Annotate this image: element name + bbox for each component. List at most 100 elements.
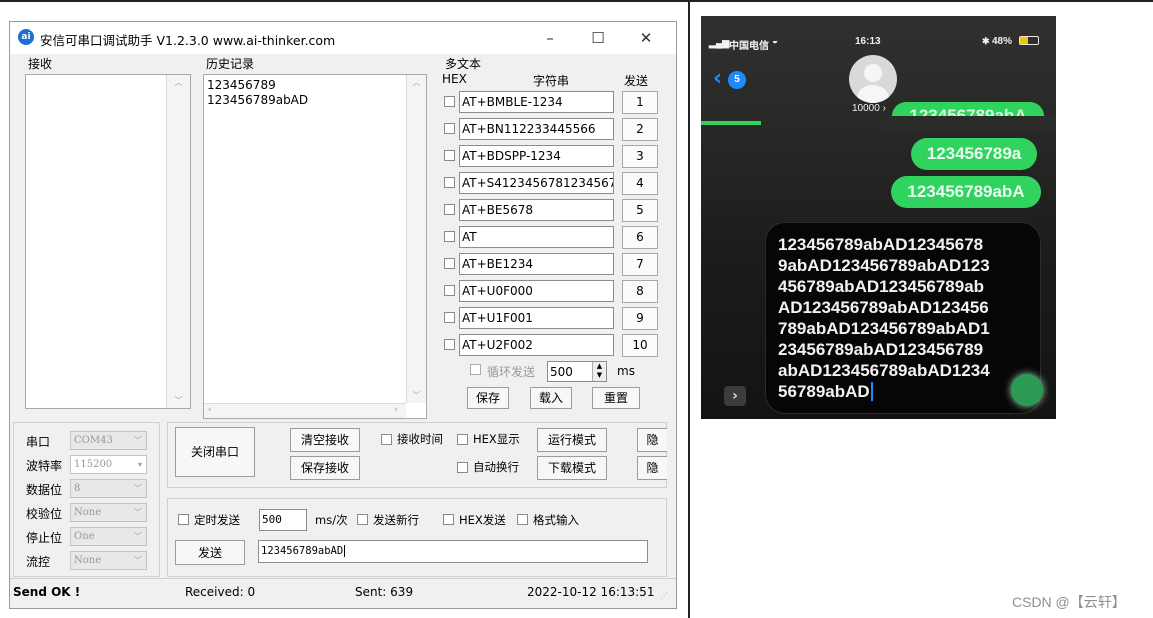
multitext-send-button[interactable]: 4 [622,172,658,195]
flow-select[interactable]: None ﹀ [70,551,147,570]
string-column-header: 字符串 [533,74,570,88]
receive-textarea[interactable]: ︿ ﹀ [25,74,191,409]
receive-time-checkbox[interactable] [381,434,392,445]
timed-send-label: 定时发送 [194,513,240,527]
databits-select[interactable]: 8 ﹀ [70,479,147,498]
port-select[interactable]: COM43 ﹀ [70,431,147,450]
scroll-right-icon[interactable]: › [394,405,398,415]
history-list[interactable]: 123456789 123456789abAD ︿ ﹀ ‹ › [203,74,427,419]
port-value: COM43 [74,435,113,446]
load-multitext-button[interactable]: 载入 [530,387,572,409]
interval-spinner[interactable]: ▲ ▼ [592,362,606,381]
multitext-hex-checkbox[interactable] [444,312,455,323]
history-item[interactable]: 123456789 [207,78,276,92]
clear-receive-button[interactable]: 清空接收 [290,428,360,452]
download-mode-button[interactable]: 下载模式 [537,456,607,480]
hex-display-checkbox[interactable] [457,434,468,445]
multitext-hex-checkbox[interactable] [444,204,455,215]
history-vscrollbar[interactable]: ︿ ﹀ [406,75,426,403]
battery-icon [1019,36,1039,45]
multitext-send-button[interactable]: 9 [622,307,658,330]
chevron-down-icon: ﹀ [134,436,142,445]
multitext-string-input[interactable]: AT+BE5678 [459,199,614,221]
send-sms-icon[interactable] [1011,374,1043,406]
multitext-send-button[interactable]: 3 [622,145,658,168]
contact-avatar[interactable] [849,55,897,103]
multitext-hex-checkbox[interactable] [444,339,455,350]
scroll-left-icon[interactable]: ‹ [208,405,212,415]
auto-wrap-checkbox[interactable] [457,462,468,473]
message-line: 23456789abAD123456789 [778,340,984,359]
expand-arrow-icon[interactable]: › [724,386,746,406]
signal-icon: ▂▄▆ [709,38,730,48]
bluetooth-icon: ✱ [982,36,990,46]
multitext-send-button[interactable]: 8 [622,280,658,303]
save-receive-button[interactable]: 保存接收 [290,456,360,480]
send-input[interactable]: 123456789abAD [258,540,648,563]
timed-send-checkbox[interactable] [178,514,189,525]
multitext-hex-checkbox[interactable] [444,231,455,242]
send-interval-input[interactable]: 500 [259,509,307,531]
multitext-string-input[interactable]: AT+S41234567812345678 [459,172,614,194]
resize-grip-icon[interactable]: ⋰ [660,591,668,600]
scroll-down-icon[interactable]: ﹀ [407,390,426,401]
receive-scrollbar[interactable]: ︿ ﹀ [166,75,190,408]
baud-value: 115200 [74,459,113,470]
scroll-down-icon[interactable]: ﹀ [167,395,190,406]
reset-multitext-button[interactable]: 重置 [592,387,640,409]
run-mode-button[interactable]: 运行模式 [537,428,607,452]
multitext-send-button[interactable]: 5 [622,199,658,222]
multitext-hex-checkbox[interactable] [444,285,455,296]
hex-send-checkbox[interactable] [443,514,454,525]
message-line: 56789abAD [778,381,1040,402]
message-line: AD123456789abAD123456 [778,298,989,317]
multitext-hex-checkbox[interactable] [444,123,455,134]
multitext-string-input[interactable]: AT+BDSPP-1234 [459,145,614,167]
multitext-string-input[interactable]: AT+BN112233445566 [459,118,614,140]
multitext-hex-checkbox[interactable] [444,177,455,188]
multitext-send-button[interactable]: 6 [622,226,658,249]
contact-name[interactable]: 10000 › [852,103,886,114]
format-input-checkbox[interactable] [517,514,528,525]
multitext-send-button[interactable]: 1 [622,91,658,114]
back-chevron-icon[interactable]: ‹ [713,67,722,91]
clock: 16:13 [855,36,881,47]
multitext-string-input[interactable]: AT+U0F000 [459,280,614,302]
history-item[interactable]: 123456789abAD [207,93,308,107]
send-column-header: 发送 [624,74,649,88]
scroll-up-icon[interactable]: ︿ [407,77,426,88]
save-multitext-button[interactable]: 保存 [467,387,509,409]
multitext-string-input[interactable]: AT+U1F001 [459,307,614,329]
multitext-string-input[interactable]: AT+U2F002 [459,334,614,356]
scroll-up-icon[interactable]: ︿ [167,77,190,88]
close-button[interactable]: ✕ [626,26,666,50]
flow-label: 流控 [26,555,51,569]
history-hscrollbar[interactable]: ‹ › [204,403,406,418]
multitext-string-input[interactable]: AT+BE1234 [459,253,614,275]
flow-value: None [74,555,102,566]
multitext-send-button[interactable]: 2 [622,118,658,141]
multitext-send-button[interactable]: 7 [622,253,658,276]
stopbits-select[interactable]: One ﹀ [70,527,147,546]
hide-button[interactable]: 隐 [637,428,667,452]
sent-message-bubble: 123456789a [911,138,1037,170]
multitext-hex-checkbox[interactable] [444,150,455,161]
close-port-button[interactable]: 关闭串口 [175,427,255,477]
parity-select[interactable]: None ﹀ [70,503,147,522]
hide-button-2[interactable]: 隐 [637,456,667,480]
title-bar: ai 安信可串口调试助手 V1.2.3.0 www.ai-thinker.com… [10,22,676,54]
loop-send-checkbox[interactable] [470,364,481,375]
multitext-hex-checkbox[interactable] [444,258,455,269]
multitext-string-input[interactable]: AT [459,226,614,248]
baud-select[interactable]: 115200 ▾ [70,455,147,474]
multitext-string-input[interactable]: AT+BMBLE-1234 [459,91,614,113]
maximize-button[interactable]: ☐ [578,26,618,50]
sent-message-bubble: 123456789abA [891,176,1041,208]
multitext-hex-checkbox[interactable] [444,96,455,107]
minimize-button[interactable]: – [530,26,570,50]
send-button[interactable]: 发送 [175,540,245,565]
send-newline-checkbox[interactable] [357,514,368,525]
chevron-down-icon: ▾ [137,460,142,469]
parity-label: 校验位 [26,507,63,521]
multitext-send-button[interactable]: 10 [622,334,658,357]
